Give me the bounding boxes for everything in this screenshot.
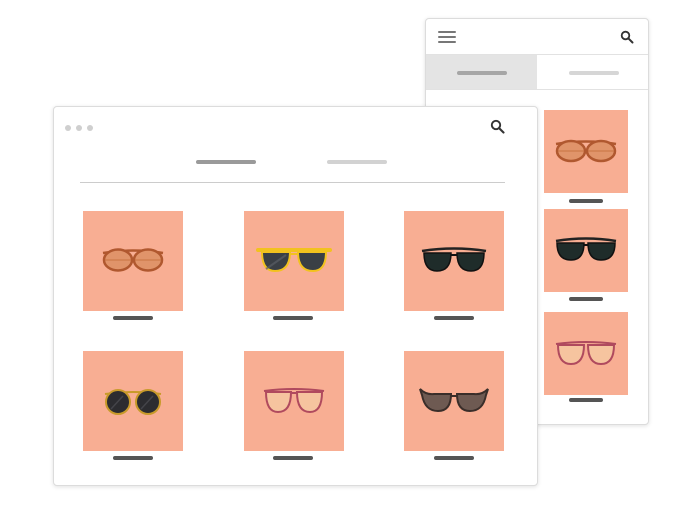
product-name-placeholder	[434, 456, 474, 460]
product-name-placeholder	[569, 398, 603, 402]
mobile-header	[426, 19, 648, 55]
hamburger-menu-icon[interactable]	[438, 31, 456, 44]
desktop-window	[53, 106, 538, 486]
round-tinted-sunglasses-icon	[102, 248, 164, 272]
product-tile[interactable]	[244, 351, 344, 451]
yellow-frame-sunglasses-icon	[256, 248, 332, 273]
mobile-tab-first[interactable]	[426, 55, 537, 89]
product-name-placeholder	[113, 316, 153, 320]
product-name-placeholder	[434, 316, 474, 320]
black-aviator-sunglasses-icon	[421, 247, 487, 272]
product-name-placeholder	[569, 297, 603, 301]
product-tile[interactable]	[544, 312, 628, 395]
product-name-placeholder	[273, 456, 313, 460]
mobile-tab-second[interactable]	[537, 55, 648, 89]
black-aviator-sunglasses-icon	[555, 237, 617, 261]
product-name-placeholder	[569, 199, 603, 203]
round-tinted-sunglasses-icon	[555, 139, 617, 163]
round-black-sunglasses-icon	[104, 389, 162, 415]
window-dots-icon	[65, 118, 98, 136]
product-tile[interactable]	[544, 209, 628, 292]
desktop-tab-first[interactable]	[196, 158, 256, 165]
product-tile[interactable]	[404, 351, 504, 451]
search-icon[interactable]	[490, 119, 505, 134]
product-tile[interactable]	[404, 211, 504, 311]
product-tile[interactable]	[83, 351, 183, 451]
search-icon[interactable]	[620, 30, 634, 44]
product-tile[interactable]	[544, 110, 628, 193]
product-tile[interactable]	[83, 211, 183, 311]
pink-rimmed-glasses-icon	[555, 341, 617, 366]
desktop-tab-second[interactable]	[327, 158, 387, 165]
cat-eye-sunglasses-icon	[419, 388, 489, 413]
tab-divider	[80, 182, 505, 183]
product-name-placeholder	[113, 456, 153, 460]
pink-rimmed-glasses-icon	[263, 388, 325, 414]
mobile-tab-bar	[426, 54, 648, 90]
product-tile[interactable]	[244, 211, 344, 311]
product-name-placeholder	[273, 316, 313, 320]
